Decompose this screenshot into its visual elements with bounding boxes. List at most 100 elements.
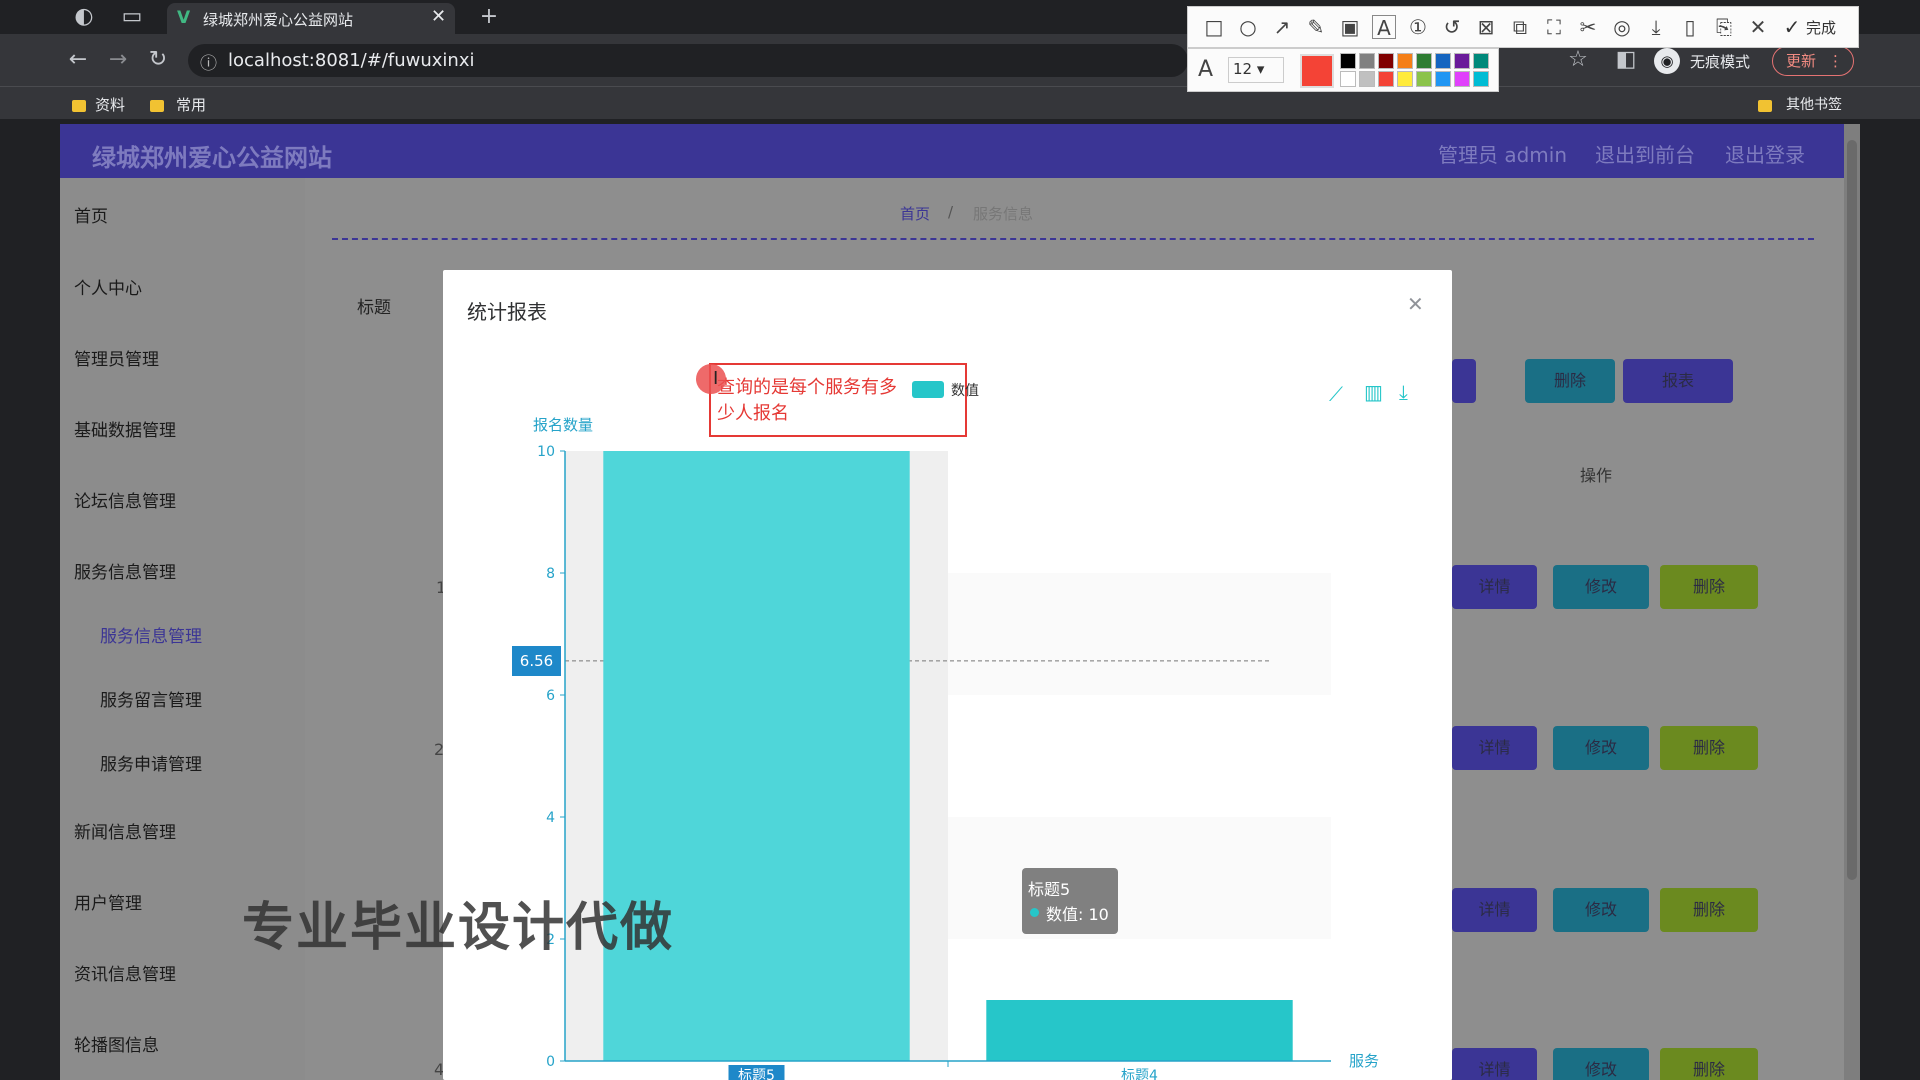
bar[interactable] (603, 451, 910, 1061)
sidebar-item-profile[interactable]: 个人中心 (74, 274, 142, 299)
undo-icon[interactable]: ↺ (1440, 15, 1464, 39)
color-swatch[interactable] (1473, 71, 1489, 87)
new-tab-icon[interactable]: + (471, 0, 507, 34)
color-swatch[interactable] (1473, 53, 1489, 69)
sidebar-item-forum[interactable]: 论坛信息管理 (74, 487, 176, 512)
globe-icon[interactable]: ◐ (66, 0, 102, 34)
delete-button[interactable]: 删除 (1660, 1048, 1758, 1080)
sidebar-item-base-data[interactable]: 基础数据管理 (74, 416, 176, 441)
logout-link[interactable]: 退出登录 (1725, 139, 1805, 168)
color-swatch[interactable] (1435, 53, 1451, 69)
sidebar-subitem-service-messages[interactable]: 服务留言管理 (100, 686, 202, 711)
address-bar[interactable]: ⓘ localhost:8081/#/fuwuxinxi (188, 44, 1188, 77)
color-swatch[interactable] (1454, 71, 1470, 87)
sidebar-item-news[interactable]: 新闻信息管理 (74, 818, 176, 843)
update-button[interactable]: 更新 ⋮ (1772, 46, 1854, 76)
download-chart-icon[interactable]: ⤓ (1399, 380, 1408, 404)
sidebar-item-services[interactable]: 服务信息管理 (74, 558, 176, 583)
cancel-icon[interactable]: ✕ (1746, 15, 1770, 39)
pin-icon[interactable]: ⊠ (1474, 15, 1498, 39)
add-button[interactable] (1452, 359, 1476, 403)
text-tool-icon[interactable]: A (1372, 15, 1396, 40)
other-bookmarks[interactable]: 其他书签 (1786, 94, 1842, 114)
reload-icon[interactable]: ↻ (140, 43, 176, 77)
ellipse-tool-icon[interactable]: ○ (1236, 15, 1260, 39)
color-swatch[interactable] (1359, 53, 1375, 69)
line-chart-icon[interactable]: ⟋ (1329, 382, 1343, 406)
color-swatch[interactable] (1435, 71, 1451, 87)
bookmark-tool-icon[interactable]: ⎘ (1712, 15, 1736, 39)
arrow-tool-icon[interactable]: ↗ (1270, 15, 1294, 39)
check-icon[interactable]: ✓ (1780, 15, 1804, 39)
rect-tool-icon[interactable]: □ (1202, 15, 1226, 39)
back-icon[interactable]: ← (60, 43, 96, 77)
sidebar-item-users[interactable]: 用户管理 (74, 889, 142, 914)
tab-list-icon[interactable]: ▭ (114, 0, 150, 34)
sidebar-item-admins[interactable]: 管理员管理 (74, 345, 159, 370)
color-swatch[interactable] (1340, 71, 1356, 87)
ocr-icon[interactable]: ⛶ (1542, 15, 1566, 39)
detail-button[interactable]: 详情 (1452, 1048, 1537, 1080)
color-swatch[interactable] (1378, 53, 1394, 69)
font-size-select[interactable]: 12 ▾ (1228, 57, 1284, 83)
sidebar-item-info[interactable]: 资讯信息管理 (74, 960, 176, 985)
detail-button[interactable]: 详情 (1452, 888, 1537, 932)
y-tick-label: 8 (546, 566, 555, 582)
color-swatch[interactable] (1397, 53, 1413, 69)
save-icon[interactable]: ▯ (1678, 15, 1702, 39)
breadcrumb-home[interactable]: 首页 (900, 203, 930, 224)
edit-button[interactable]: 修改 (1553, 888, 1649, 932)
annotation-style-bar: A 12 ▾ (1187, 48, 1499, 92)
pen-tool-icon[interactable]: ✎ (1304, 15, 1328, 39)
delete-button[interactable]: 删除 (1660, 565, 1758, 609)
color-swatch[interactable] (1416, 53, 1432, 69)
bookmark-star-icon[interactable]: ☆ (1560, 43, 1596, 77)
edit-button[interactable]: 修改 (1553, 1048, 1649, 1080)
legend-label[interactable]: 数值 (951, 380, 979, 400)
close-tab-icon[interactable]: ✕ (431, 6, 446, 27)
delete-button[interactable]: 删除 (1660, 888, 1758, 932)
sidebar-item-home[interactable]: 首页 (74, 202, 108, 227)
bookmark-item[interactable]: 资料 (95, 94, 125, 115)
color-swatch[interactable] (1340, 53, 1356, 69)
bar[interactable] (986, 1000, 1293, 1061)
color-swatch[interactable] (1397, 71, 1413, 87)
url-text: localhost:8081/#/fuwuxinxi (228, 50, 475, 71)
done-button[interactable]: 完成 (1806, 17, 1836, 38)
color-swatch[interactable] (1454, 53, 1470, 69)
color-swatch[interactable] (1359, 71, 1375, 87)
bookmarks-bar: 资料 常用 其他书签 (0, 86, 1920, 119)
to-front-link[interactable]: 退出到前台 (1595, 139, 1695, 168)
color-swatch[interactable] (1416, 71, 1432, 87)
forward-icon[interactable]: → (100, 43, 136, 77)
current-color-swatch[interactable] (1300, 54, 1334, 88)
breadcrumb-separator: / (948, 203, 954, 221)
delete-button[interactable]: 删除 (1660, 726, 1758, 770)
sidebar-subitem-service-info[interactable]: 服务信息管理 (100, 622, 202, 647)
sidepanel-icon[interactable]: ◧ (1608, 43, 1644, 77)
mosaic-tool-icon[interactable]: ▣ (1338, 15, 1362, 39)
delete-button[interactable]: 删除 (1525, 359, 1615, 403)
annotation-box: 查询的是每个服务有多少人报名 (709, 363, 967, 437)
report-button[interactable]: 报表 (1623, 359, 1733, 403)
legend-swatch[interactable] (912, 381, 944, 398)
translate-icon[interactable]: ⧉ (1508, 15, 1532, 39)
record-icon[interactable]: ◎ (1610, 15, 1634, 39)
edit-button[interactable]: 修改 (1553, 565, 1649, 609)
sidebar-subitem-service-applications[interactable]: 服务申请管理 (100, 750, 202, 775)
detail-button[interactable]: 详情 (1452, 726, 1537, 770)
annotation-toolbar: □ ○ ↗ ✎ ▣ A ① ↺ ⊠ ⧉ ⛶ ✂ ◎ ⤓ ▯ ⎘ ✕ ✓ 完成 (1187, 6, 1859, 48)
browser-tab[interactable]: V 绿城郑州爱心公益网站 ✕ (167, 3, 455, 34)
color-swatch[interactable] (1378, 71, 1394, 87)
detail-button[interactable]: 详情 (1452, 565, 1537, 609)
cursor-highlight (696, 364, 726, 394)
download-icon[interactable]: ⤓ (1644, 15, 1668, 39)
edit-button[interactable]: 修改 (1553, 726, 1649, 770)
sidebar-item-carousel[interactable]: 轮播图信息 (74, 1031, 159, 1056)
update-label: 更新 (1786, 52, 1817, 70)
scrollbar-thumb[interactable] (1847, 140, 1857, 880)
number-tool-icon[interactable]: ① (1406, 15, 1430, 39)
bar-chart-icon[interactable]: ▥ (1364, 380, 1383, 404)
bookmark-item[interactable]: 常用 (176, 94, 206, 115)
sticky-icon[interactable]: ✂ (1576, 15, 1600, 39)
